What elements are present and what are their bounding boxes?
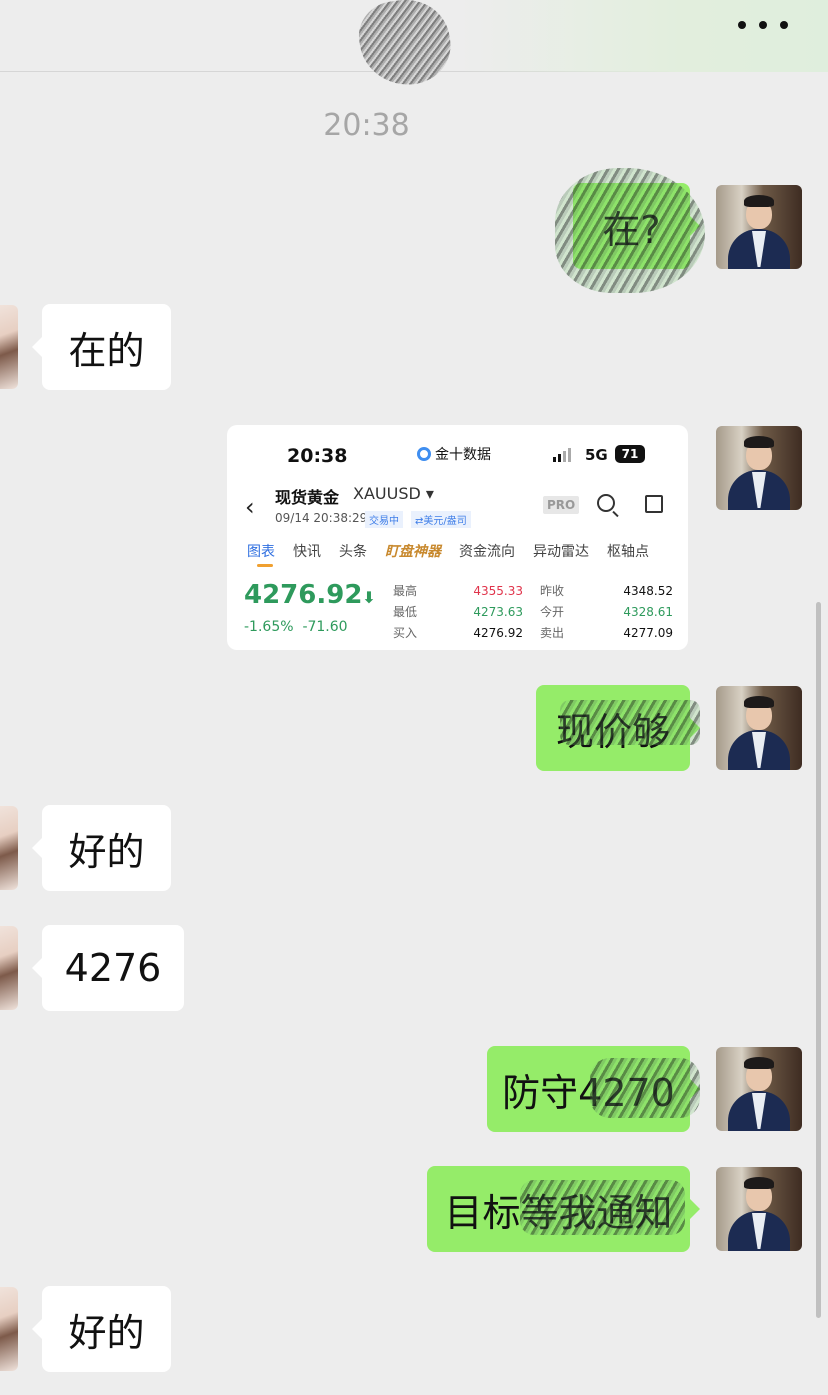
message-bubble-received[interactable]: 好的 xyxy=(32,805,171,891)
avatar-contact[interactable] xyxy=(0,926,18,1010)
app-logo-icon xyxy=(417,447,431,461)
trading-status-badge: 交易中 xyxy=(365,511,403,528)
stats-row: 买入 4276.92 卖出 4277.09 xyxy=(393,625,673,641)
price-change: -1.65% -71.60 xyxy=(244,619,348,635)
avatar-self[interactable] xyxy=(716,686,802,770)
redacted-contact-name xyxy=(354,0,456,91)
stats-row: 最高 4355.33 昨收 4348.52 xyxy=(393,583,673,599)
stats-row: 最低 4273.63 今开 4328.61 xyxy=(393,604,673,620)
message-bubble-sent[interactable]: 现价够 xyxy=(536,685,700,771)
search-icon xyxy=(597,494,615,512)
message-bubble-sent[interactable]: 防守4270 xyxy=(487,1046,700,1132)
message-timestamp: 20:38 xyxy=(323,108,410,143)
message-bubble-sent[interactable]: 在? xyxy=(573,183,700,269)
message-bubble-received[interactable]: 好的 xyxy=(32,1286,171,1372)
message-text: 在? xyxy=(602,207,661,252)
image-message[interactable]: 20:38 金十数据 5G 71 ‹ 现货黄金 XAUUSD ▾ 09/14 2… xyxy=(227,425,688,650)
message-text: 好的 xyxy=(68,829,145,874)
signal-icon xyxy=(553,448,571,462)
chat-header xyxy=(0,0,828,91)
message-text: 防守4270 xyxy=(502,1070,675,1115)
avatar-contact[interactable] xyxy=(0,1287,18,1371)
tab-flash: 快讯 xyxy=(293,544,321,560)
message-bubble-sent[interactable]: 目标等我通知 xyxy=(427,1166,700,1252)
current-price: 4276.92⬇ xyxy=(244,580,376,610)
tab-pivot: 枢轴点 xyxy=(607,544,649,560)
app-name: 金十数据 xyxy=(417,444,491,464)
scrollbar[interactable] xyxy=(816,602,821,1318)
quote-datetime: 09/14 20:38:29 xyxy=(275,511,368,525)
avatar-contact[interactable] xyxy=(0,806,18,890)
quote-stats: 最高 4355.33 昨收 4348.52 最低 4273.63 今开 4328.61 … xyxy=(393,580,673,643)
back-chevron-icon: ‹ xyxy=(245,493,255,521)
message-text: 好的 xyxy=(68,1310,145,1355)
message-bubble-received[interactable]: 在的 xyxy=(32,304,171,390)
avatar-contact[interactable] xyxy=(0,305,18,389)
avatar-self[interactable] xyxy=(716,185,802,269)
message-bubble-received[interactable]: 4276 xyxy=(32,925,184,1011)
tab-chart: 图表 xyxy=(247,544,275,560)
tab-radar: 异动雷达 xyxy=(533,544,589,560)
avatar-self[interactable] xyxy=(716,426,802,510)
message-text: 目标等我通知 xyxy=(444,1190,673,1235)
battery-icon: 71 xyxy=(615,445,645,463)
avatar-self[interactable] xyxy=(716,1047,802,1131)
message-text: 4276 xyxy=(64,946,162,990)
tab-watch-tool: 盯盘神器 xyxy=(385,544,441,560)
unit-badge: ⇄美元/盎司 xyxy=(411,511,471,528)
message-text: 在的 xyxy=(68,328,145,373)
active-tab-indicator xyxy=(257,564,273,567)
message-text: 现价够 xyxy=(555,709,670,754)
share-icon xyxy=(645,495,663,513)
instrument-code: XAUUSD ▾ xyxy=(353,484,434,503)
network-label: 5G xyxy=(585,446,608,464)
more-dots-icon[interactable] xyxy=(738,10,788,40)
quote-tabs: 图表 快讯 头条 盯盘神器 资金流向 异动雷达 枢轴点 xyxy=(247,541,667,561)
pro-badge: PRO xyxy=(543,496,580,514)
instrument-name: 现货黄金 xyxy=(275,488,340,507)
avatar-self[interactable] xyxy=(716,1167,802,1251)
tab-fund-flow: 资金流向 xyxy=(459,544,515,560)
tab-headlines: 头条 xyxy=(339,544,367,560)
status-time: 20:38 xyxy=(287,445,348,467)
